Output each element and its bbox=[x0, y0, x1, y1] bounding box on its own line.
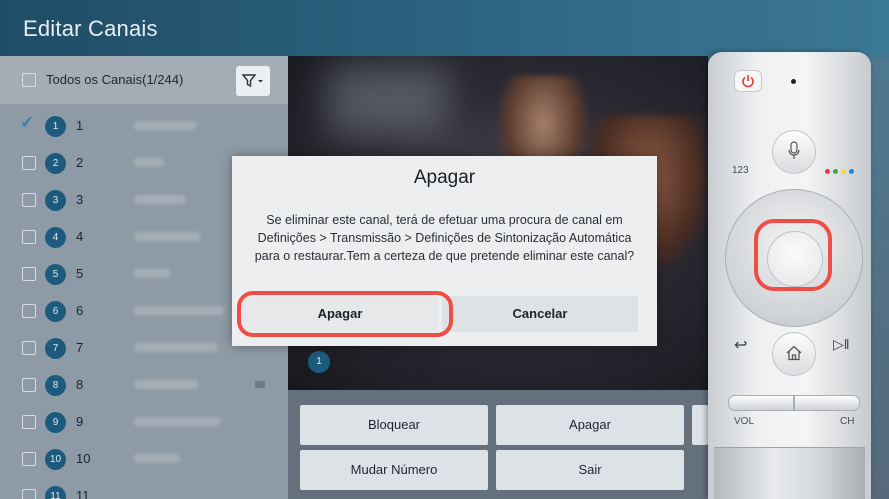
all-channels-label: Todos os Canais(1/244) bbox=[46, 72, 184, 87]
channel-type-icon bbox=[255, 381, 265, 388]
filter-icon bbox=[242, 74, 263, 88]
channel-name-blurred bbox=[134, 454, 180, 463]
channel-list-header: Todos os Canais(1/244) bbox=[0, 56, 288, 104]
volume-channel-rocker[interactable] bbox=[728, 395, 860, 411]
channel-number: 4 bbox=[76, 229, 84, 244]
channel-checkbox[interactable] bbox=[22, 489, 36, 499]
more-actions-button[interactable] bbox=[692, 405, 708, 445]
number-pad-button[interactable]: 123 bbox=[732, 165, 749, 176]
video-blurred-region bbox=[328, 66, 448, 136]
channel-row[interactable]: 10 10 bbox=[0, 441, 288, 478]
channel-checkbox[interactable] bbox=[22, 378, 36, 392]
select-all-checkbox[interactable] bbox=[22, 73, 36, 87]
channel-name-blurred bbox=[134, 343, 218, 352]
action-buttons-panel: Bloquear Apagar Mudar Número Sair bbox=[288, 390, 708, 499]
channel-number-badge: 1 bbox=[45, 116, 66, 137]
channel-name-blurred bbox=[134, 158, 164, 167]
page-title: Editar Canais bbox=[23, 16, 158, 41]
power-button[interactable] bbox=[734, 70, 762, 92]
channel-row[interactable]: ✓ 1 1 bbox=[0, 108, 288, 145]
home-button[interactable] bbox=[772, 332, 816, 376]
channel-number-badge: 5 bbox=[45, 264, 66, 285]
channel-number-badge: 7 bbox=[45, 338, 66, 359]
lock-button[interactable]: Bloquear bbox=[300, 405, 488, 445]
channel-row[interactable]: 9 9 bbox=[0, 404, 288, 441]
channel-name-blurred bbox=[134, 121, 196, 130]
header-bar: Editar Canais bbox=[0, 0, 889, 56]
channel-row[interactable]: 11 11 bbox=[0, 478, 288, 499]
channel-number-badge: 3 bbox=[45, 190, 66, 211]
checkmark-icon: ✓ bbox=[20, 113, 35, 132]
focus-highlight-ring bbox=[237, 291, 453, 337]
channel-name-blurred bbox=[134, 232, 200, 241]
channel-name-blurred bbox=[134, 269, 170, 278]
change-number-button[interactable]: Mudar Número bbox=[300, 450, 488, 490]
microphone-icon bbox=[788, 141, 800, 159]
delete-button[interactable]: Apagar bbox=[496, 405, 684, 445]
channel-number-badge: 10 bbox=[45, 449, 66, 470]
channel-name-blurred bbox=[134, 195, 186, 204]
channel-number: 8 bbox=[76, 377, 84, 392]
channel-number-badge: 6 bbox=[45, 301, 66, 322]
filter-button[interactable] bbox=[236, 66, 270, 96]
back-icon[interactable]: ↩ bbox=[734, 335, 747, 355]
channel-number: 2 bbox=[76, 155, 84, 170]
channel-number-badge: 4 bbox=[45, 227, 66, 248]
channel-number: 9 bbox=[76, 414, 84, 429]
dialog-title: Apagar bbox=[413, 167, 476, 188]
play-pause-icon[interactable]: ▷‖ bbox=[833, 336, 850, 353]
channel-checkbox[interactable] bbox=[22, 230, 36, 244]
channel-name-blurred bbox=[134, 417, 220, 426]
remote-bottom-casing bbox=[714, 447, 865, 499]
tv-screen: Editar Canais Todos os Canais(1/244) ✓ 1… bbox=[0, 0, 889, 499]
video-channel-badge: 1 bbox=[308, 351, 330, 373]
voice-button[interactable] bbox=[772, 130, 816, 174]
channel-number: 3 bbox=[76, 192, 84, 207]
cancel-button[interactable]: Cancelar bbox=[442, 296, 638, 332]
channel-number-badge: 2 bbox=[45, 153, 66, 174]
color-buttons[interactable] bbox=[825, 169, 861, 175]
power-icon bbox=[742, 75, 754, 88]
volume-label: VOL bbox=[734, 416, 755, 427]
channel-number-badge: 8 bbox=[45, 375, 66, 396]
channel-checkbox[interactable] bbox=[22, 341, 36, 355]
rocker-divider bbox=[793, 396, 795, 410]
channel-number: 7 bbox=[76, 340, 84, 355]
channel-checkbox[interactable] bbox=[22, 452, 36, 466]
channel-number-badge: 9 bbox=[45, 412, 66, 433]
channel-name-blurred bbox=[134, 306, 224, 315]
channel-number: 1 bbox=[76, 118, 84, 133]
dpad-focus-highlight bbox=[754, 219, 832, 291]
dialog-message: Se eliminar este canal, terá de efetuar … bbox=[254, 213, 635, 263]
channel-checkbox[interactable] bbox=[22, 304, 36, 318]
channel-number: 5 bbox=[76, 266, 84, 281]
channel-checkbox[interactable] bbox=[22, 156, 36, 170]
channel-checkbox[interactable] bbox=[22, 267, 36, 281]
channel-number: 6 bbox=[76, 303, 84, 318]
channel-number: 11 bbox=[76, 488, 90, 499]
home-icon bbox=[786, 345, 802, 361]
channel-number-badge: 11 bbox=[45, 486, 66, 499]
channel-name-blurred bbox=[134, 380, 198, 389]
exit-button[interactable]: Sair bbox=[496, 450, 684, 490]
channel-row[interactable]: 8 8 bbox=[0, 367, 288, 404]
power-indicator-led bbox=[791, 79, 796, 84]
channel-label: CH bbox=[840, 416, 855, 427]
channel-number: 10 bbox=[76, 451, 91, 466]
channel-checkbox[interactable] bbox=[22, 193, 36, 207]
channel-checkbox[interactable] bbox=[22, 415, 36, 429]
